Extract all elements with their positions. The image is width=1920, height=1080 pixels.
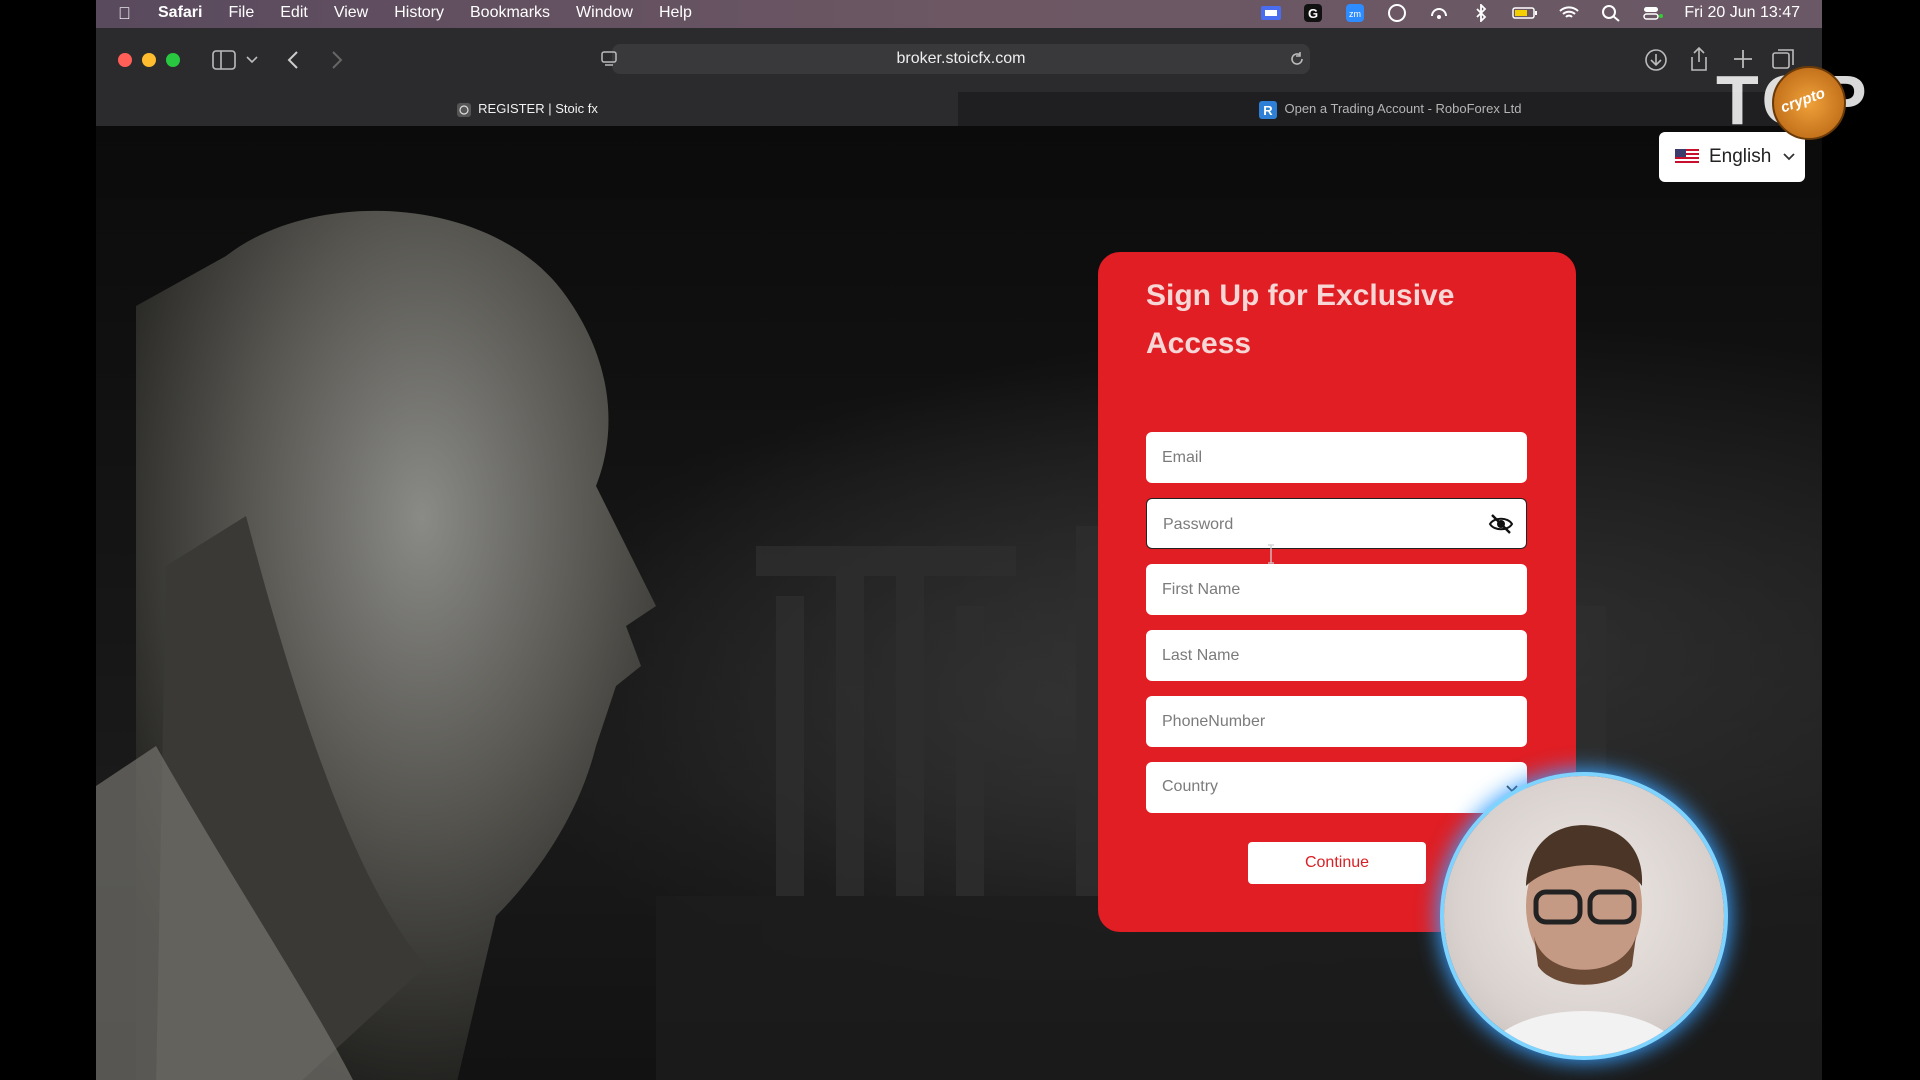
close-window-button[interactable] (118, 53, 132, 67)
menu-view[interactable]: View (334, 4, 368, 22)
battery-icon[interactable] (1512, 4, 1538, 22)
text-cursor-icon (1268, 544, 1274, 564)
tab-bar: REGISTER | Stoic fx R Open a Trading Acco… (96, 92, 1822, 126)
channel-logo: TOP crypto (1716, 60, 1916, 140)
crypto-coin-badge-text: crypto (1778, 84, 1828, 117)
tab-register[interactable]: REGISTER | Stoic fx (96, 92, 958, 126)
share-icon[interactable] (1688, 46, 1710, 72)
crypto-coin-badge: crypto (1772, 66, 1846, 140)
philosopher-statue-image (96, 210, 656, 1080)
country-select-label: Country (1162, 778, 1219, 795)
menu-window[interactable]: Window (576, 4, 633, 22)
email-field-wrapper (1146, 432, 1527, 483)
tab-register-title: REGISTER | Stoic fx (478, 101, 598, 116)
menu-clock[interactable]: Fri 20 Jun 13:47 (1684, 4, 1800, 22)
last-name-field[interactable] (1146, 630, 1462, 681)
menu-bookmarks[interactable]: Bookmarks (470, 4, 550, 22)
g-app-icon[interactable]: G (1302, 4, 1324, 22)
phone-field[interactable] (1146, 696, 1462, 747)
zoom-window-button[interactable] (166, 53, 180, 67)
forward-icon[interactable] (330, 50, 344, 70)
airdrop-icon[interactable] (1428, 4, 1450, 22)
first-name-field[interactable] (1146, 564, 1462, 615)
phone-field-wrapper (1146, 696, 1527, 747)
continue-button[interactable]: Continue (1248, 842, 1426, 884)
menu-file[interactable]: File (228, 4, 254, 22)
language-label: English (1709, 146, 1772, 167)
menu-edit[interactable]: Edit (280, 4, 308, 22)
chevron-down-icon[interactable] (246, 56, 258, 64)
browser-window: broker.stoicfx.com REGISTER | Stoic fx R… (96, 28, 1822, 1080)
menu-help[interactable]: Help (659, 4, 692, 22)
apple-menu-icon[interactable]:  (118, 4, 131, 24)
browser-toolbar: broker.stoicfx.com (96, 28, 1822, 92)
hide-password-icon[interactable] (1488, 513, 1514, 535)
password-field[interactable] (1147, 499, 1463, 550)
country-select[interactable]: Country (1146, 762, 1527, 813)
svg-text:G: G (1308, 6, 1318, 21)
stoic-favicon-icon (457, 102, 472, 117)
form-title: Sign Up for Exclusive Access (1146, 279, 1455, 360)
first-name-field-wrapper (1146, 564, 1527, 615)
zoom-icon[interactable]: zm (1344, 4, 1366, 22)
menu-history[interactable]: History (394, 4, 444, 22)
minimize-window-button[interactable] (142, 53, 156, 67)
tab-roboforex-title: Open a Trading Account - RoboForex Ltd (1284, 101, 1522, 116)
tab-roboforex[interactable]: R Open a Trading Account - RoboForex Ltd (958, 92, 1822, 126)
address-bar[interactable]: broker.stoicfx.com (601, 44, 1310, 74)
page-content: English Sign Up for Exclusive Access Ema… (96, 126, 1822, 1080)
address-url: broker.stoicfx.com (896, 50, 1026, 67)
control-center-icon[interactable] (1642, 4, 1664, 22)
svg-text:R: R (1264, 103, 1274, 118)
language-chevron-icon (1783, 153, 1795, 161)
chat-icon[interactable] (1386, 4, 1408, 22)
email-field[interactable] (1146, 432, 1462, 483)
us-flag-icon (1675, 149, 1699, 165)
webcam-overlay (1444, 776, 1724, 1056)
sidebar-icon[interactable] (212, 50, 236, 70)
menu-bar:  Safari File Edit View History Bookmark… (96, 0, 1822, 28)
last-name-field-wrapper (1146, 630, 1527, 681)
presenter-image (1484, 825, 1684, 1056)
roboforex-favicon-icon: R (1259, 100, 1278, 119)
svg-text:zm: zm (1349, 9, 1361, 19)
reload-icon[interactable] (1288, 50, 1306, 68)
password-field-wrapper (1146, 498, 1527, 550)
wifi-icon[interactable] (1558, 4, 1580, 22)
downloads-icon[interactable] (1644, 48, 1668, 72)
screen-mirroring-icon[interactable] (1260, 4, 1282, 22)
spotlight-search-icon[interactable] (1600, 4, 1622, 22)
menu-app-name[interactable]: Safari (158, 4, 202, 22)
back-icon[interactable] (286, 50, 300, 70)
bluetooth-icon[interactable] (1470, 4, 1492, 22)
